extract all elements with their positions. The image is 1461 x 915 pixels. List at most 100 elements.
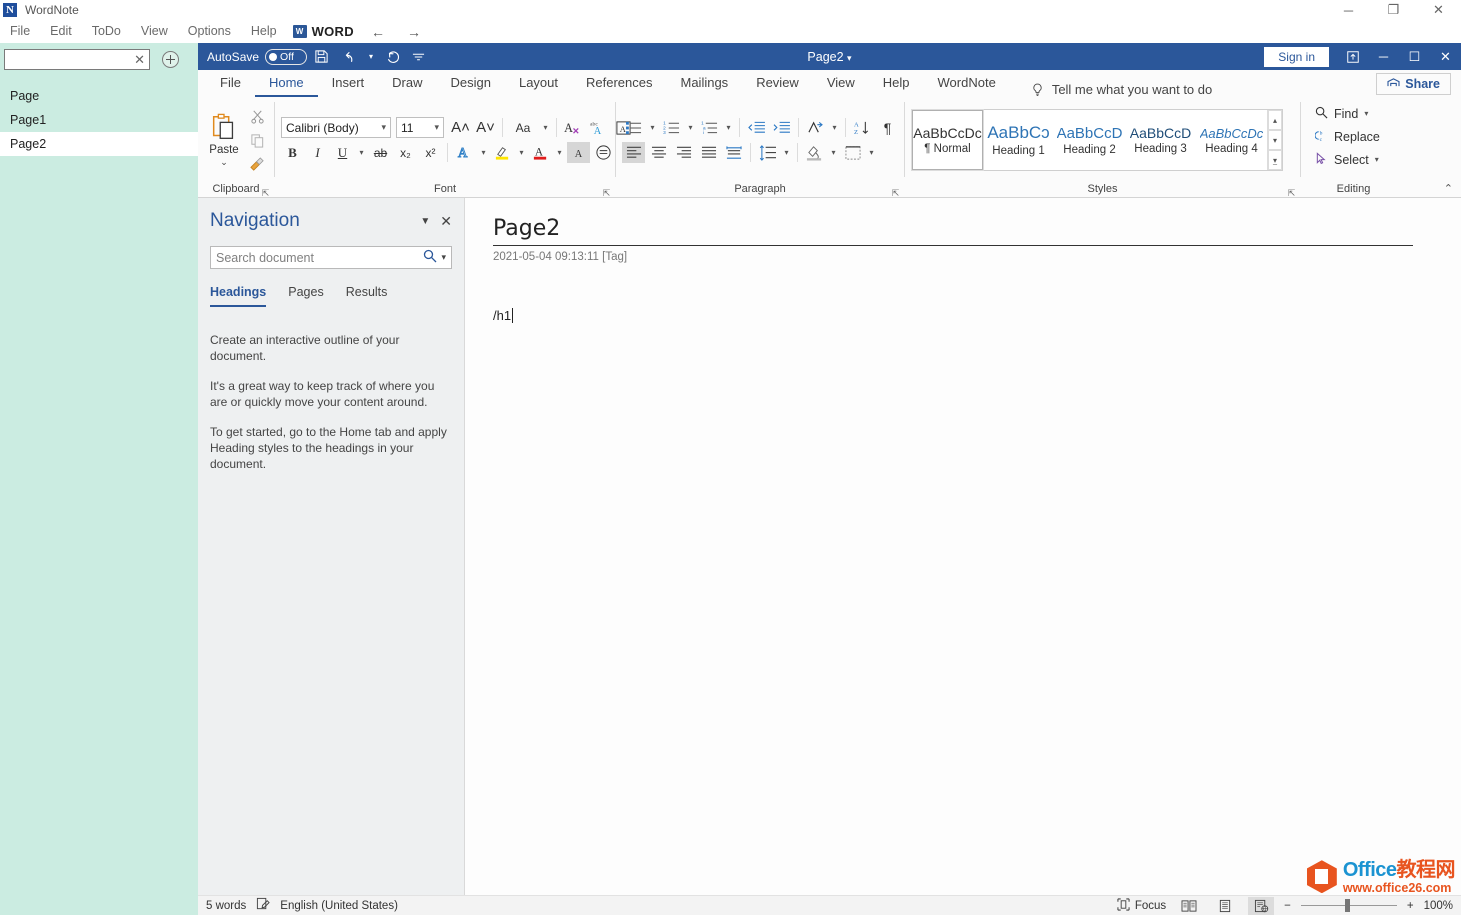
tell-me-search[interactable]: Tell me what you want to do xyxy=(1032,82,1212,97)
italic-button[interactable]: I xyxy=(306,142,329,163)
redo-icon[interactable] xyxy=(379,43,407,70)
menu-item-help[interactable]: Help xyxy=(241,20,287,43)
dialog-launcher-icon[interactable]: ⇱ xyxy=(602,188,611,198)
chevron-down-icon[interactable]: ▾ xyxy=(647,123,658,132)
copy-icon[interactable] xyxy=(246,130,268,151)
tab-view[interactable]: View xyxy=(813,70,869,97)
align-left-icon[interactable] xyxy=(622,142,645,163)
change-case-icon[interactable]: Aa xyxy=(508,117,538,138)
grow-font-icon[interactable]: A˄ xyxy=(449,117,472,138)
paste-dropdown-icon[interactable]: ⌄ xyxy=(220,157,228,168)
show-formatting-marks-icon[interactable]: ¶ xyxy=(876,117,899,138)
tab-results[interactable]: Results xyxy=(346,285,388,307)
chevron-down-icon[interactable]: ▾ xyxy=(540,123,551,132)
collapse-ribbon-icon[interactable]: ⌃ xyxy=(1444,182,1453,195)
chevron-down-icon[interactable]: ▾ xyxy=(723,123,734,132)
zoom-out-button[interactable]: − xyxy=(1284,900,1291,912)
enclose-characters-icon[interactable] xyxy=(592,142,615,163)
zoom-in-button[interactable]: + xyxy=(1407,900,1414,912)
replace-button[interactable]: bc Replace xyxy=(1314,126,1380,147)
chevron-down-icon[interactable]: ▾ xyxy=(516,148,527,157)
menu-item-view[interactable]: View xyxy=(131,20,178,43)
font-family-combo[interactable]: Calibri (Body) ▾ xyxy=(281,117,391,138)
close-icon[interactable]: ✕ xyxy=(440,213,452,230)
list-item[interactable]: Page xyxy=(0,84,198,108)
sort-icon[interactable] xyxy=(804,117,827,138)
chevron-down-icon[interactable]: ▾ xyxy=(685,123,696,132)
align-center-icon[interactable] xyxy=(647,142,670,163)
chevron-down-icon[interactable]: ▾ xyxy=(1364,109,1368,118)
tab-home[interactable]: Home xyxy=(254,70,318,97)
save-icon[interactable] xyxy=(307,43,335,70)
superscript-button[interactable]: x² xyxy=(419,142,442,163)
chevron-down-icon[interactable]: ▼ xyxy=(410,216,440,227)
bold-button[interactable]: B xyxy=(281,142,304,163)
text-effects-icon[interactable]: A xyxy=(453,142,476,163)
line-spacing-icon[interactable] xyxy=(756,142,779,163)
styles-scroll-up-icon[interactable]: ▴ xyxy=(1268,110,1282,130)
language-label[interactable]: English (United States) xyxy=(280,900,398,912)
format-painter-icon[interactable] xyxy=(246,154,268,175)
word-count-label[interactable]: 5 words xyxy=(206,900,246,912)
tab-review[interactable]: Review xyxy=(742,70,813,97)
proofing-errors-icon[interactable] xyxy=(256,897,271,914)
chevron-down-icon[interactable]: ▾ xyxy=(1375,155,1379,164)
tab-file[interactable]: File xyxy=(206,70,255,97)
word-mode-chip[interactable]: W WORD xyxy=(287,24,360,39)
styles-scroll-down-icon[interactable]: ▾ xyxy=(1268,130,1282,150)
dialog-launcher-icon[interactable]: ⇱ xyxy=(1287,188,1296,198)
share-button[interactable]: Share xyxy=(1376,73,1451,95)
chevron-down-icon[interactable]: ▾ xyxy=(356,148,367,157)
document-title-dropdown-icon[interactable]: ▾ xyxy=(847,53,852,63)
dialog-launcher-icon[interactable]: ⇱ xyxy=(261,188,270,198)
numbering-icon[interactable]: 123 xyxy=(660,117,683,138)
tab-design[interactable]: Design xyxy=(437,70,505,97)
search-options-chevron-icon[interactable]: ▾ xyxy=(441,252,446,263)
tab-draw[interactable]: Draw xyxy=(378,70,436,97)
borders-icon[interactable] xyxy=(841,142,864,163)
chevron-down-icon[interactable]: ▾ xyxy=(829,123,840,132)
chevron-down-icon[interactable]: ▾ xyxy=(781,148,792,157)
cut-icon[interactable] xyxy=(246,106,268,127)
font-size-combo[interactable]: 11 ▾ xyxy=(396,117,444,138)
paste-button[interactable]: Paste ⌄ xyxy=(204,113,244,168)
find-button[interactable]: Find ▾ xyxy=(1315,103,1380,124)
justify-icon[interactable] xyxy=(697,142,720,163)
print-layout-icon[interactable] xyxy=(1212,897,1238,915)
wordnote-close-icon[interactable]: ✕ xyxy=(1416,0,1461,20)
text-highlight-icon[interactable] xyxy=(491,142,514,163)
style-heading-2[interactable]: AaBbCcD Heading 2 xyxy=(1054,110,1125,170)
shrink-font-icon[interactable]: A˅ xyxy=(474,117,497,138)
clear-formatting-icon[interactable]: A xyxy=(562,117,585,138)
dialog-launcher-icon[interactable]: ⇱ xyxy=(891,188,900,198)
style-heading-4[interactable]: AaBbCcDc Heading 4 xyxy=(1196,110,1267,170)
autosave-toggle[interactable]: Off xyxy=(265,48,308,65)
add-page-button[interactable] xyxy=(162,51,179,68)
menu-item-todo[interactable]: ToDo xyxy=(82,20,131,43)
wordnote-restore-icon[interactable]: ❐ xyxy=(1371,0,1416,20)
zoom-level-label[interactable]: 100% xyxy=(1424,900,1453,912)
customize-quick-access-toolbar-icon[interactable] xyxy=(407,43,429,70)
tab-pages[interactable]: Pages xyxy=(288,285,323,307)
focus-mode-button[interactable]: Focus xyxy=(1117,897,1166,914)
nav-back-icon[interactable]: ← xyxy=(360,24,396,40)
bullets-icon[interactable] xyxy=(622,117,645,138)
navigation-search-input[interactable]: Search document ▾ xyxy=(210,246,452,269)
wordnote-minimize-icon[interactable]: ─ xyxy=(1326,0,1371,20)
chevron-down-icon[interactable]: ▾ xyxy=(828,148,839,157)
menu-item-options[interactable]: Options xyxy=(178,20,241,43)
word-minimize-icon[interactable]: ─ xyxy=(1368,43,1399,70)
decrease-indent-icon[interactable] xyxy=(745,117,768,138)
chevron-down-icon[interactable]: ▾ xyxy=(554,148,565,157)
style-normal[interactable]: AaBbCcDc ¶ Normal xyxy=(911,109,984,171)
ribbon-display-options-icon[interactable] xyxy=(1337,43,1368,70)
chevron-down-icon[interactable]: ▾ xyxy=(478,148,489,157)
sort-az-icon[interactable]: AZ xyxy=(851,117,874,138)
phonetic-guide-icon[interactable]: abc A xyxy=(587,117,610,138)
character-shading-icon[interactable]: A xyxy=(567,142,590,163)
list-item[interactable]: Page1 xyxy=(0,108,198,132)
tab-insert[interactable]: Insert xyxy=(318,70,379,97)
distribute-icon[interactable] xyxy=(722,142,745,163)
document-canvas[interactable]: Page2 2021-05-04 09:13:11 [Tag] /h1 xyxy=(465,198,1461,895)
word-close-icon[interactable]: ✕ xyxy=(1430,43,1461,70)
